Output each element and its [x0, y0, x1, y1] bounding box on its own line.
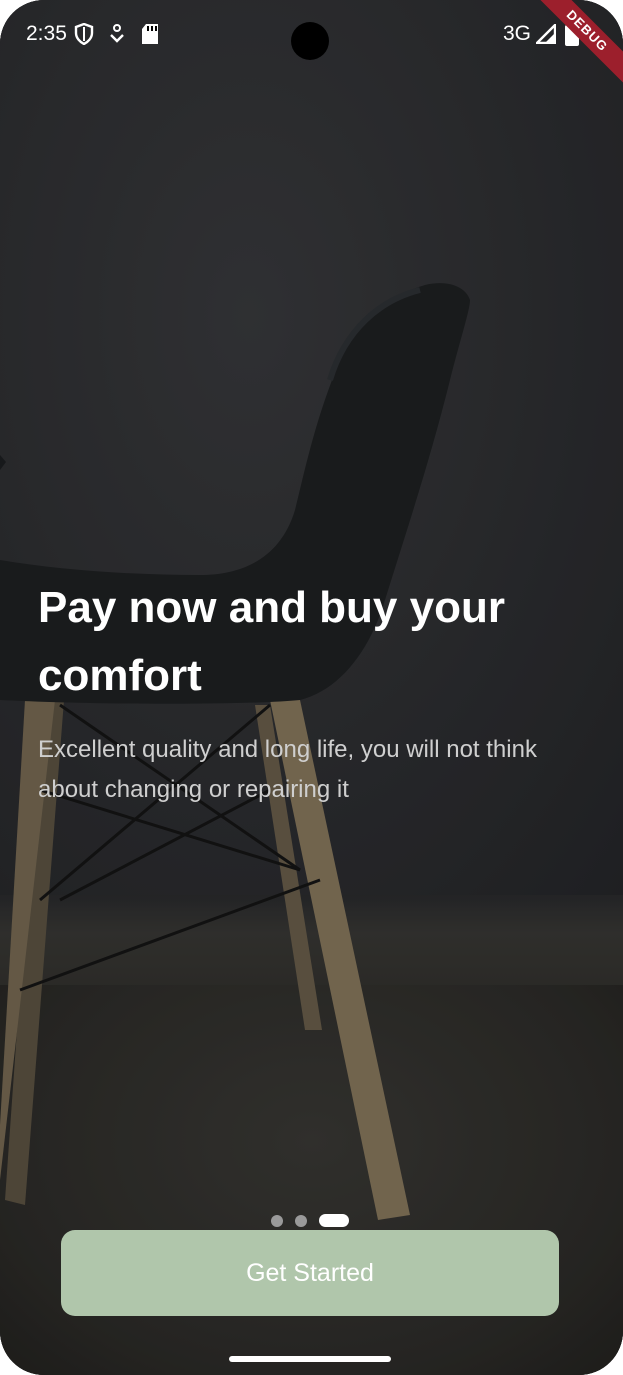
- page-dot-1[interactable]: [271, 1215, 283, 1227]
- network-type: 3G: [503, 22, 532, 45]
- page-indicator: [0, 1214, 623, 1228]
- download-icon: [109, 22, 125, 46]
- status-time: 2:35: [26, 22, 67, 45]
- debug-banner: DEBUG: [533, 0, 623, 90]
- debug-banner-label: DEBUG: [533, 0, 623, 89]
- front-camera: [291, 22, 329, 60]
- home-indicator[interactable]: [229, 1356, 391, 1362]
- sd-card-icon: [141, 22, 159, 46]
- page-dot-3-active[interactable]: [319, 1214, 349, 1227]
- page-dot-2[interactable]: [295, 1215, 307, 1227]
- get-started-button[interactable]: Get Started: [61, 1230, 559, 1316]
- onboarding-title: Pay now and buy your comfort: [38, 583, 505, 700]
- shield-icon: [74, 22, 94, 46]
- phone-screen: 2:35 3G DEBUG Pay now and buy your comfo…: [0, 0, 623, 1375]
- status-bar: 2:35 3G DEBUG: [0, 0, 623, 89]
- onboarding-subtitle: Excellent quality and long life, you wil…: [38, 736, 537, 803]
